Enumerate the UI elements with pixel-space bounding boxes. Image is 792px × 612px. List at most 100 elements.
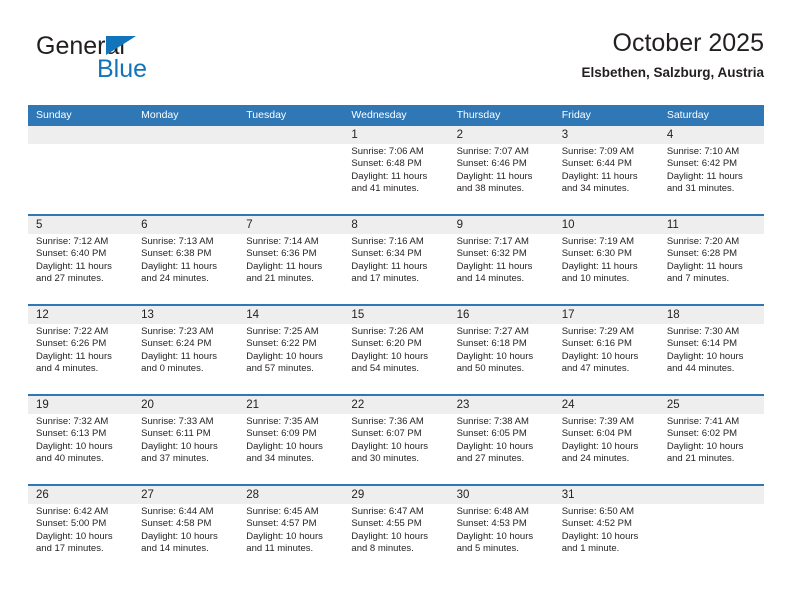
day-number[interactable]: 17 [554,306,659,324]
day-detail-line: Sunrise: 7:09 AM [561,146,635,157]
day-detail-line: and 30 minutes. [351,453,420,465]
day-detail-line: Daylight: 11 hours [351,170,428,182]
day-number[interactable]: 9 [449,216,554,234]
day-number[interactable]: 31 [554,486,659,504]
day-number[interactable]: 16 [449,306,554,324]
day-detail-line: Sunset: 4:58 PM [141,518,212,530]
week-detail-band: Sunrise: 6:42 AM Sunset: 5:00 PM Daylight:… [28,504,764,574]
day-detail-line: and 10 minutes. [561,273,630,285]
day-cell-details: Sunrise: 6:50 AM Sunset: 4:52 PM Daylight:… [554,504,659,574]
day-number[interactable]: 13 [133,306,238,324]
day-number[interactable]: 10 [554,216,659,234]
day-detail-line: Sunrise: 7:29 AM [561,326,635,337]
day-number[interactable]: 28 [238,486,343,504]
day-detail-line: Sunset: 6:48 PM [351,158,422,170]
day-number[interactable]: 22 [343,396,448,414]
day-detail-line: Daylight: 10 hours [141,530,218,542]
day-number[interactable]: 26 [28,486,133,504]
day-number[interactable]: 12 [28,306,133,324]
day-detail-line: Daylight: 11 hours [141,260,218,272]
day-detail-line: Sunset: 4:52 PM [561,518,632,530]
day-cell-details: Sunrise: 7:33 AM Sunset: 6:11 PM Daylight:… [133,414,238,484]
day-detail-line: Daylight: 10 hours [246,440,323,452]
week-daynumber-band: 12 13 14 15 16 17 18 [28,306,764,324]
day-cell-details: Sunrise: 7:13 AM Sunset: 6:38 PM Daylight:… [133,234,238,304]
day-detail-line: Sunset: 6:02 PM [666,428,738,440]
day-detail-line: and 14 minutes. [141,543,209,555]
day-detail-line: Sunset: 4:57 PM [246,518,317,530]
day-number[interactable]: 15 [343,306,448,324]
day-number[interactable]: 29 [343,486,448,504]
page-title: October 2025 [612,29,765,57]
day-detail-line: Daylight: 10 hours [561,440,639,452]
day-number[interactable]: 19 [28,396,133,414]
week-detail-band: Sunrise: 7:22 AM Sunset: 6:26 PM Daylight:… [28,324,764,394]
weekday-header-friday: Friday [561,109,591,121]
day-detail-line: and 17 minutes. [351,273,420,285]
general-blue-logo[interactable]: General Blue [36,32,256,88]
day-cell-details: Sunrise: 7:39 AM Sunset: 6:04 PM Daylight:… [554,414,659,484]
day-number[interactable]: 11 [659,216,764,234]
day-detail-line: and 0 minutes. [141,363,204,375]
day-cell-details: Sunrise: 7:29 AM Sunset: 6:16 PM Daylight:… [554,324,659,394]
day-detail-line: Daylight: 10 hours [456,440,534,452]
day-detail-line: and 57 minutes. [246,363,314,375]
day-detail-line: Sunset: 6:32 PM [456,248,527,260]
day-detail-line: Sunset: 6:36 PM [246,248,317,260]
day-number[interactable]: 5 [28,216,133,234]
day-number[interactable]: 14 [238,306,343,324]
day-detail-line: Sunrise: 7:07 AM [456,146,529,157]
day-number[interactable]: 20 [133,396,238,414]
day-number[interactable]: 24 [554,396,659,414]
day-detail-line: Daylight: 11 hours [246,260,323,272]
day-detail-line: Sunset: 6:46 PM [456,158,527,170]
week-detail-band: Sunrise: 7:32 AM Sunset: 6:13 PM Daylight:… [28,414,764,484]
day-cell-details: Sunrise: 7:36 AM Sunset: 6:07 PM Daylight:… [343,414,448,484]
day-detail-line: Sunset: 5:00 PM [36,518,107,530]
day-number[interactable]: 4 [659,126,764,144]
day-cell-details: Sunrise: 6:47 AM Sunset: 4:55 PM Daylight:… [343,504,448,574]
day-detail-line: Daylight: 10 hours [36,530,113,542]
calendar-week-row: 12 13 14 15 16 17 18 Sunrise: 7:22 AM Sunset: 6:… [28,304,764,394]
day-cell-details: Sunrise: 7:06 AM Sunset: 6:48 PM Daylight:… [343,144,448,214]
day-detail-line: Sunrise: 7:27 AM [456,326,529,337]
day-cell-empty [28,144,133,214]
day-number[interactable]: 21 [238,396,343,414]
day-detail-line: Sunrise: 7:30 AM [666,326,740,337]
day-number[interactable]: 8 [343,216,448,234]
day-number[interactable]: 1 [343,126,448,144]
day-detail-line: Daylight: 10 hours [561,350,639,362]
day-cell-details: Sunrise: 6:48 AM Sunset: 4:53 PM Daylight:… [449,504,554,574]
day-detail-line: Sunset: 6:42 PM [666,158,738,170]
day-detail-line: and 21 minutes. [246,273,314,285]
day-number[interactable]: 25 [659,396,764,414]
day-detail-line: and 50 minutes. [456,363,525,375]
day-detail-line: Sunrise: 7:33 AM [141,416,214,427]
day-number[interactable]: 3 [554,126,659,144]
day-number[interactable]: 7 [238,216,343,234]
day-detail-line: Sunset: 6:24 PM [141,338,212,350]
day-number[interactable]: 6 [133,216,238,234]
day-detail-line: and 27 minutes. [456,453,525,465]
day-detail-line: Sunset: 6:20 PM [351,338,422,350]
day-detail-line: Sunrise: 6:45 AM [246,506,319,517]
day-detail-line: Sunset: 6:26 PM [36,338,107,350]
week-daynumber-band: 26 27 28 29 30 31 [28,486,764,504]
day-number[interactable]: 2 [449,126,554,144]
logo-text-blue: Blue [97,55,148,83]
day-cell-details: Sunrise: 7:27 AM Sunset: 6:18 PM Daylight:… [449,324,554,394]
day-number[interactable]: 27 [133,486,238,504]
day-detail-line: Daylight: 10 hours [666,350,744,362]
day-cell-empty [133,144,238,214]
day-detail-line: and 8 minutes. [351,543,414,555]
calendar-weeks: 1 2 3 4 Sunrise: 7:06 AM Sunset: 6:48 PM Dayli… [28,126,764,574]
day-number[interactable]: 30 [449,486,554,504]
day-detail-line: and 5 minutes. [456,543,519,555]
calendar-week-row: 26 27 28 29 30 31 Sunrise: 6:42 AM Sunset: 5:00… [28,484,764,574]
day-detail-line: Sunrise: 7:22 AM [36,326,109,337]
day-detail-line: and 41 minutes. [351,183,420,195]
day-number[interactable]: 23 [449,396,554,414]
day-detail-line: Sunrise: 6:44 AM [141,506,214,517]
day-number[interactable]: 18 [659,306,764,324]
day-detail-line: Sunrise: 7:38 AM [456,416,529,427]
